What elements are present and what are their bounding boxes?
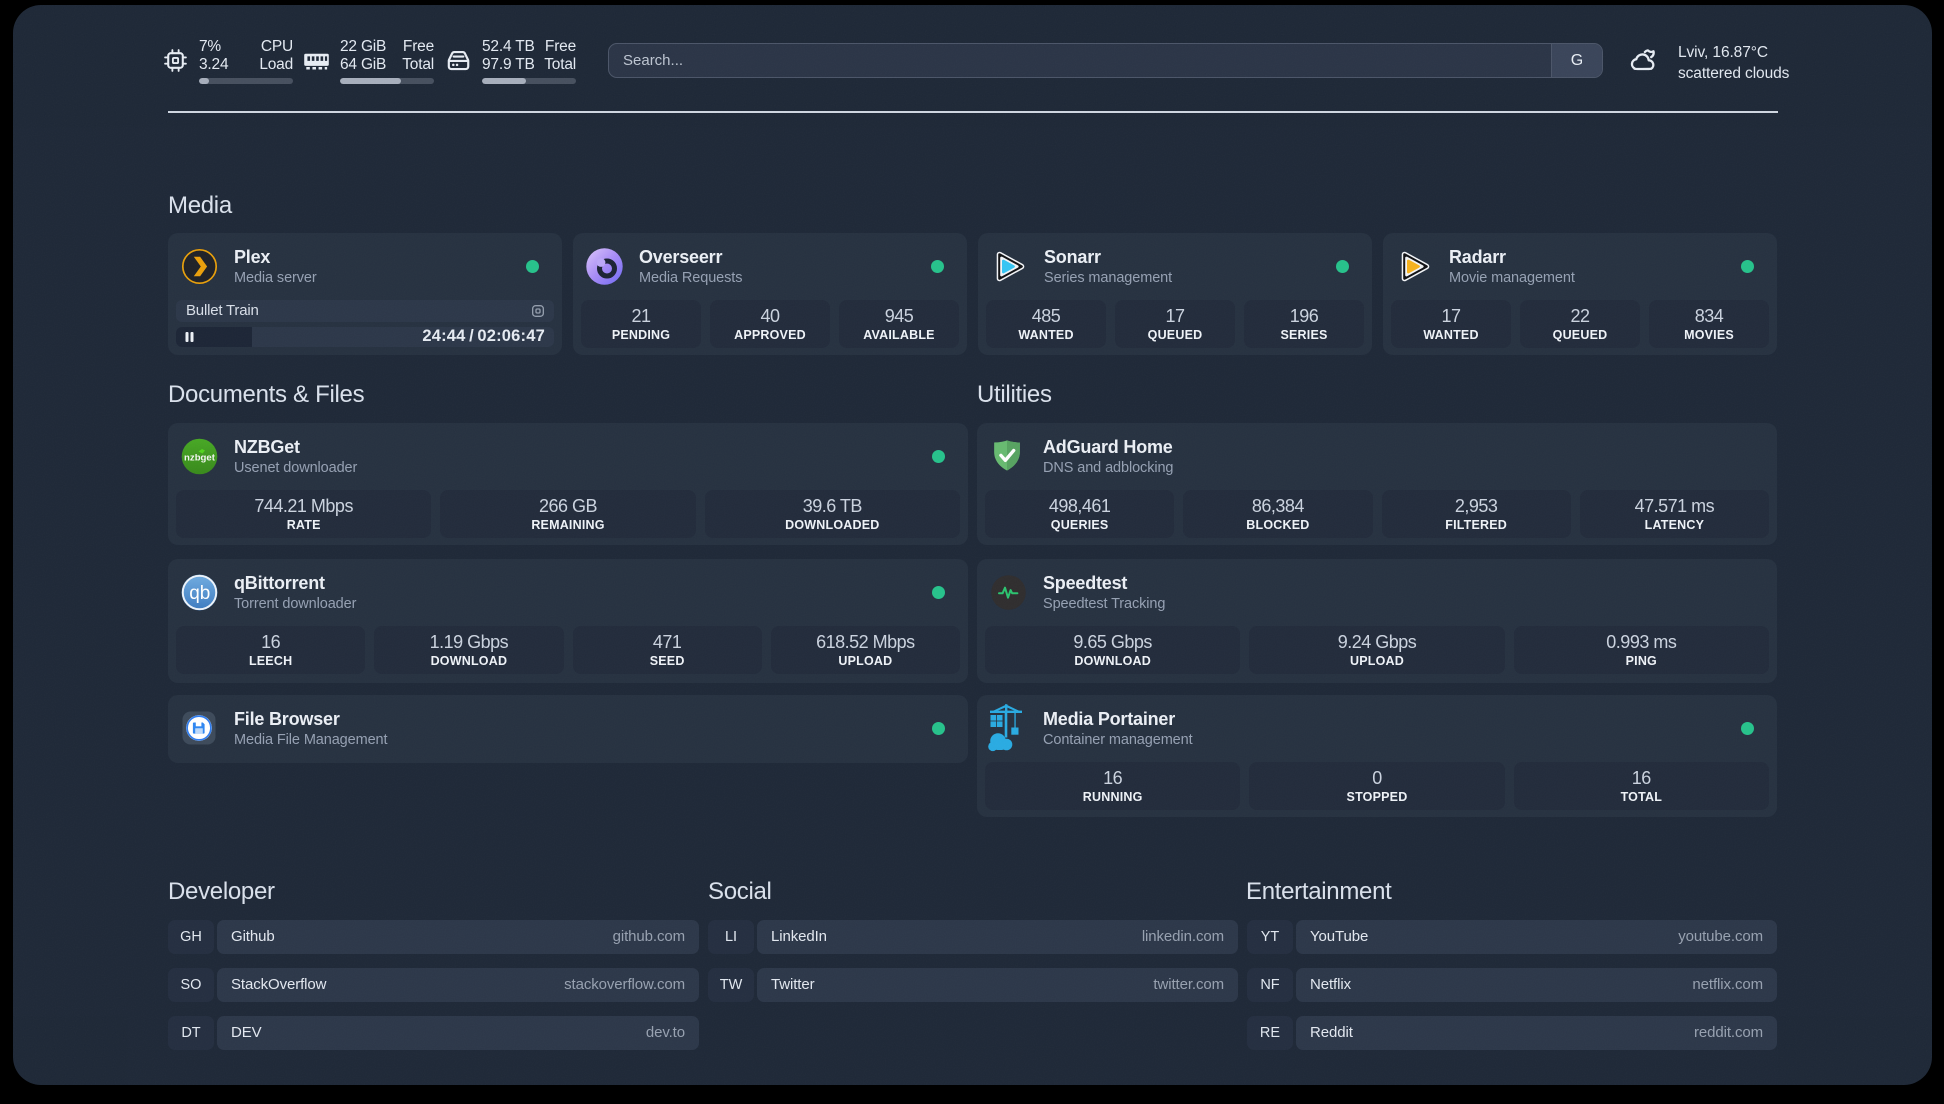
svg-text:nzbget: nzbget	[184, 453, 216, 464]
svg-text:qb: qb	[189, 583, 210, 604]
